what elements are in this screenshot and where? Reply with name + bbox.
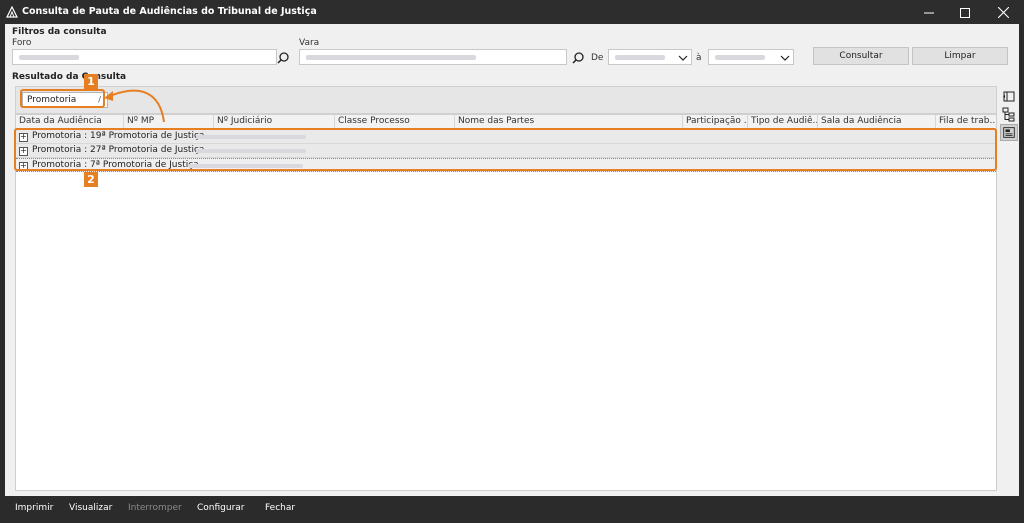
chevron-down-icon[interactable] [779,52,791,64]
date-from-redacted [615,55,665,60]
configurar-button[interactable]: Configurar [197,503,245,513]
result-section-label: Resultado da Consulta [12,72,127,82]
group-by-icon[interactable] [1000,124,1018,141]
window-title: Consulta de Pauta de Audiências do Tribu… [22,6,317,17]
limpar-button[interactable]: Limpar [912,47,1008,65]
de-label: De [591,53,604,63]
consultar-button[interactable]: Consultar [813,47,909,65]
bottom-action-bar: Imprimir Visualizar Interromper Configur… [5,497,1019,519]
filters-section-label: Filtros da consulta [12,27,107,37]
maximize-button[interactable] [948,0,982,24]
title-bar: Consulta de Pauta de Audiências do Tribu… [0,0,1024,24]
tree-view-icon[interactable] [1000,106,1018,123]
vara-field[interactable] [299,49,567,65]
date-to-redacted [715,55,765,60]
foro-label: Foro [12,38,32,48]
chevron-down-icon[interactable] [677,52,689,64]
date-from-combo[interactable] [608,49,692,65]
minimize-icon [924,12,934,13]
collapse-panel-icon[interactable] [1000,88,1018,105]
col-participacao[interactable]: Participação ... [683,115,748,129]
col-fila-trabalho[interactable]: Fila de trab... [936,115,996,129]
callout-badge-1: 1 [84,74,98,89]
close-icon [997,6,1009,19]
interromper-button[interactable]: Interromper [128,503,182,513]
callout-box-1 [20,89,105,108]
foro-search-icon[interactable] [276,51,290,65]
foro-field[interactable] [12,49,277,65]
imprimir-button[interactable]: Imprimir [15,503,53,513]
vara-value-redacted [306,55,476,60]
col-n-judiciario[interactable]: Nº Judiciário [214,115,335,129]
a-label: à [696,53,702,63]
vara-search-icon[interactable] [571,51,585,65]
callout-box-2 [14,128,997,171]
col-nome-partes[interactable]: Nome das Partes [455,115,683,129]
col-sala-audiencia[interactable]: Sala da Audiência [818,115,936,129]
visualizar-button[interactable]: Visualizar [69,503,112,513]
app-logo-icon [6,6,18,18]
col-classe-processo[interactable]: Classe Processo [335,115,455,129]
col-tipo-audiencia[interactable]: Tipo de Audiê... [748,115,818,129]
callout-badge-2: 2 [84,172,98,187]
maximize-icon [960,7,970,18]
client-area: Filtros da consulta Foro Vara De à Consu… [5,24,1019,496]
minimize-button[interactable] [912,0,946,24]
date-to-combo[interactable] [708,49,794,65]
callout-arrow-icon [104,89,165,123]
foro-value-redacted [19,55,79,60]
close-button[interactable] [986,0,1020,24]
fechar-button[interactable]: Fechar [265,503,295,513]
vara-label: Vara [299,38,320,48]
